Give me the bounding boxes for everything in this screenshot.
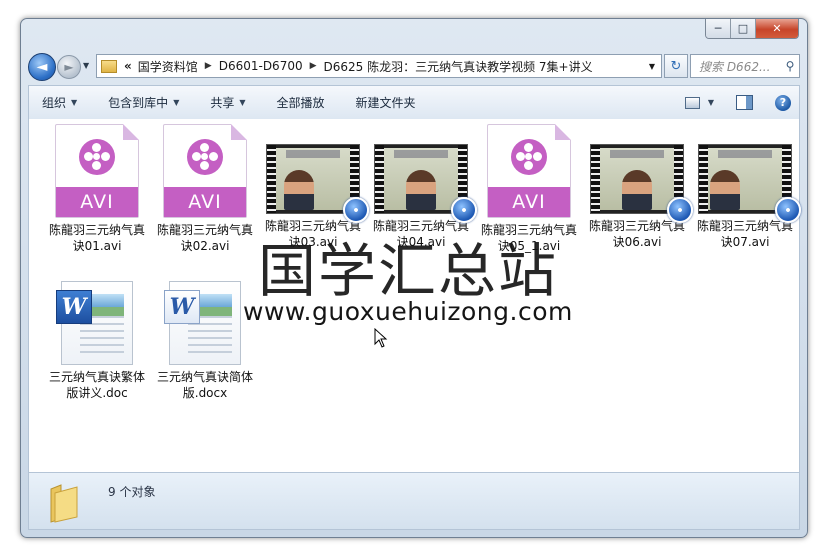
command-bar: 组织 ▼ 包含到库中 ▼ 共享 ▼ 全部播放 新建文件夹 ▼ ? <box>28 85 800 120</box>
folder-icon <box>50 484 78 523</box>
avi-file-icon: AVI <box>487 124 571 218</box>
caption-buttons: ─ □ ✕ <box>705 19 799 39</box>
forward-button[interactable]: ► <box>57 55 81 79</box>
breadcrumb-item-3[interactable]: D6625 陈龙羽：三元纳气真诀教学视频 7集+讲义 <box>324 58 593 75</box>
search-icon[interactable]: ⚲ <box>781 59 799 73</box>
recent-pages-dropdown-icon[interactable]: ▼ <box>83 61 89 70</box>
mouse-cursor-icon <box>374 328 388 348</box>
watermark-title: 国学汇总站 <box>258 237 559 305</box>
chevron-down-icon: ▼ <box>173 98 180 107</box>
media-player-icon <box>667 197 693 223</box>
file-item[interactable]: AVI 陈龍羽三元纳气真诀01.avi <box>48 124 146 254</box>
back-button[interactable]: ◄ <box>28 53 56 81</box>
refresh-icon: ↻ <box>670 58 682 74</box>
avi-file-icon: AVI <box>55 124 139 218</box>
media-player-icon <box>775 197 801 223</box>
file-name: 陈龍羽三元纳气真诀02.avi <box>156 223 253 253</box>
folder-icon <box>101 59 117 73</box>
refresh-button[interactable]: ↻ <box>664 54 688 78</box>
share-label: 共享 <box>210 96 235 110</box>
word-document-icon: W <box>56 281 133 365</box>
file-item[interactable]: W 三元纳气真诀繁体版讲义.doc <box>48 279 146 401</box>
breadcrumb-item-2[interactable]: D6601-D6700 <box>219 59 303 73</box>
chevron-down-icon: ▼ <box>71 98 78 107</box>
file-item[interactable]: W 三元纳气真诀简体版.docx <box>156 279 254 401</box>
avi-type-label: AVI <box>56 187 138 217</box>
media-player-icon <box>451 197 477 223</box>
item-count: 9 个对象 <box>108 485 156 499</box>
play-all-button[interactable]: 全部播放 <box>264 94 325 111</box>
details-pane: 9 个对象 <box>28 472 800 530</box>
include-in-library-label: 包含到库中 <box>108 96 169 110</box>
address-dropdown-icon[interactable]: ▼ <box>649 62 655 71</box>
chevron-down-icon: ▼ <box>707 98 714 107</box>
play-all-label: 全部播放 <box>276 96 325 110</box>
change-view-button[interactable]: ▼ <box>684 96 714 109</box>
avi-type-label: AVI <box>164 187 246 217</box>
preview-pane-icon <box>736 95 753 110</box>
media-player-icon <box>343 197 369 223</box>
breadcrumb-overflow[interactable]: « <box>124 59 132 73</box>
video-thumbnail <box>590 144 693 223</box>
preview-pane-button[interactable] <box>736 95 753 110</box>
organize-label: 组织 <box>42 96 67 110</box>
avi-type-label: AVI <box>488 187 570 217</box>
chevron-down-icon: ▼ <box>239 98 246 107</box>
close-button[interactable]: ✕ <box>756 19 798 38</box>
help-icon: ? <box>775 94 791 111</box>
watermark-url: www.guoxuehuizong.com <box>243 297 573 326</box>
include-in-library-button[interactable]: 包含到库中 ▼ <box>95 94 179 111</box>
search-placeholder: 搜索 D662... <box>699 59 771 74</box>
file-name: 陈龍羽三元纳气真诀06.avi <box>588 219 685 249</box>
organize-button[interactable]: 组织 ▼ <box>29 94 77 111</box>
file-name: 三元纳气真诀简体版.docx <box>156 370 253 400</box>
share-button[interactable]: 共享 ▼ <box>197 94 245 111</box>
file-item[interactable]: 陈龍羽三元纳气真诀07.avi <box>696 124 801 250</box>
file-item[interactable]: 陈龍羽三元纳气真诀06.avi <box>588 124 693 250</box>
video-thumbnail <box>698 144 801 223</box>
minimize-button[interactable]: ─ <box>706 19 731 38</box>
file-name: 陈龍羽三元纳气真诀07.avi <box>696 219 793 249</box>
breadcrumb-item-1[interactable]: 国学资料馆 <box>138 58 198 75</box>
file-name: 陈龍羽三元纳气真诀01.avi <box>48 223 145 253</box>
toolbar-right: ▼ ? <box>671 94 799 111</box>
maximize-button[interactable]: □ <box>731 19 756 38</box>
file-name: 三元纳气真诀繁体版讲义.doc <box>48 370 145 400</box>
view-icon <box>684 96 700 109</box>
video-thumbnail <box>266 144 369 223</box>
navigation-bar: ◄ ► ▼ « 国学资料馆 ▶ D6601-D6700 ▶ D6625 陈龙羽：… <box>28 53 800 81</box>
file-item[interactable]: AVI 陈龍羽三元纳气真诀02.avi <box>156 124 254 254</box>
help-button[interactable]: ? <box>775 94 799 111</box>
breadcrumb-arrow-icon[interactable]: ▶ <box>205 61 212 71</box>
word-docx-icon: W <box>164 281 241 365</box>
breadcrumb-arrow-icon[interactable]: ▶ <box>310 61 317 71</box>
new-folder-label: 新建文件夹 <box>355 96 416 110</box>
avi-file-icon: AVI <box>163 124 247 218</box>
search-input[interactable]: 搜索 D662... ⚲ <box>690 54 800 78</box>
video-thumbnail <box>374 144 477 223</box>
address-bar[interactable]: « 国学资料馆 ▶ D6601-D6700 ▶ D6625 陈龙羽：三元纳气真诀… <box>96 54 662 78</box>
new-folder-button[interactable]: 新建文件夹 <box>343 94 416 111</box>
